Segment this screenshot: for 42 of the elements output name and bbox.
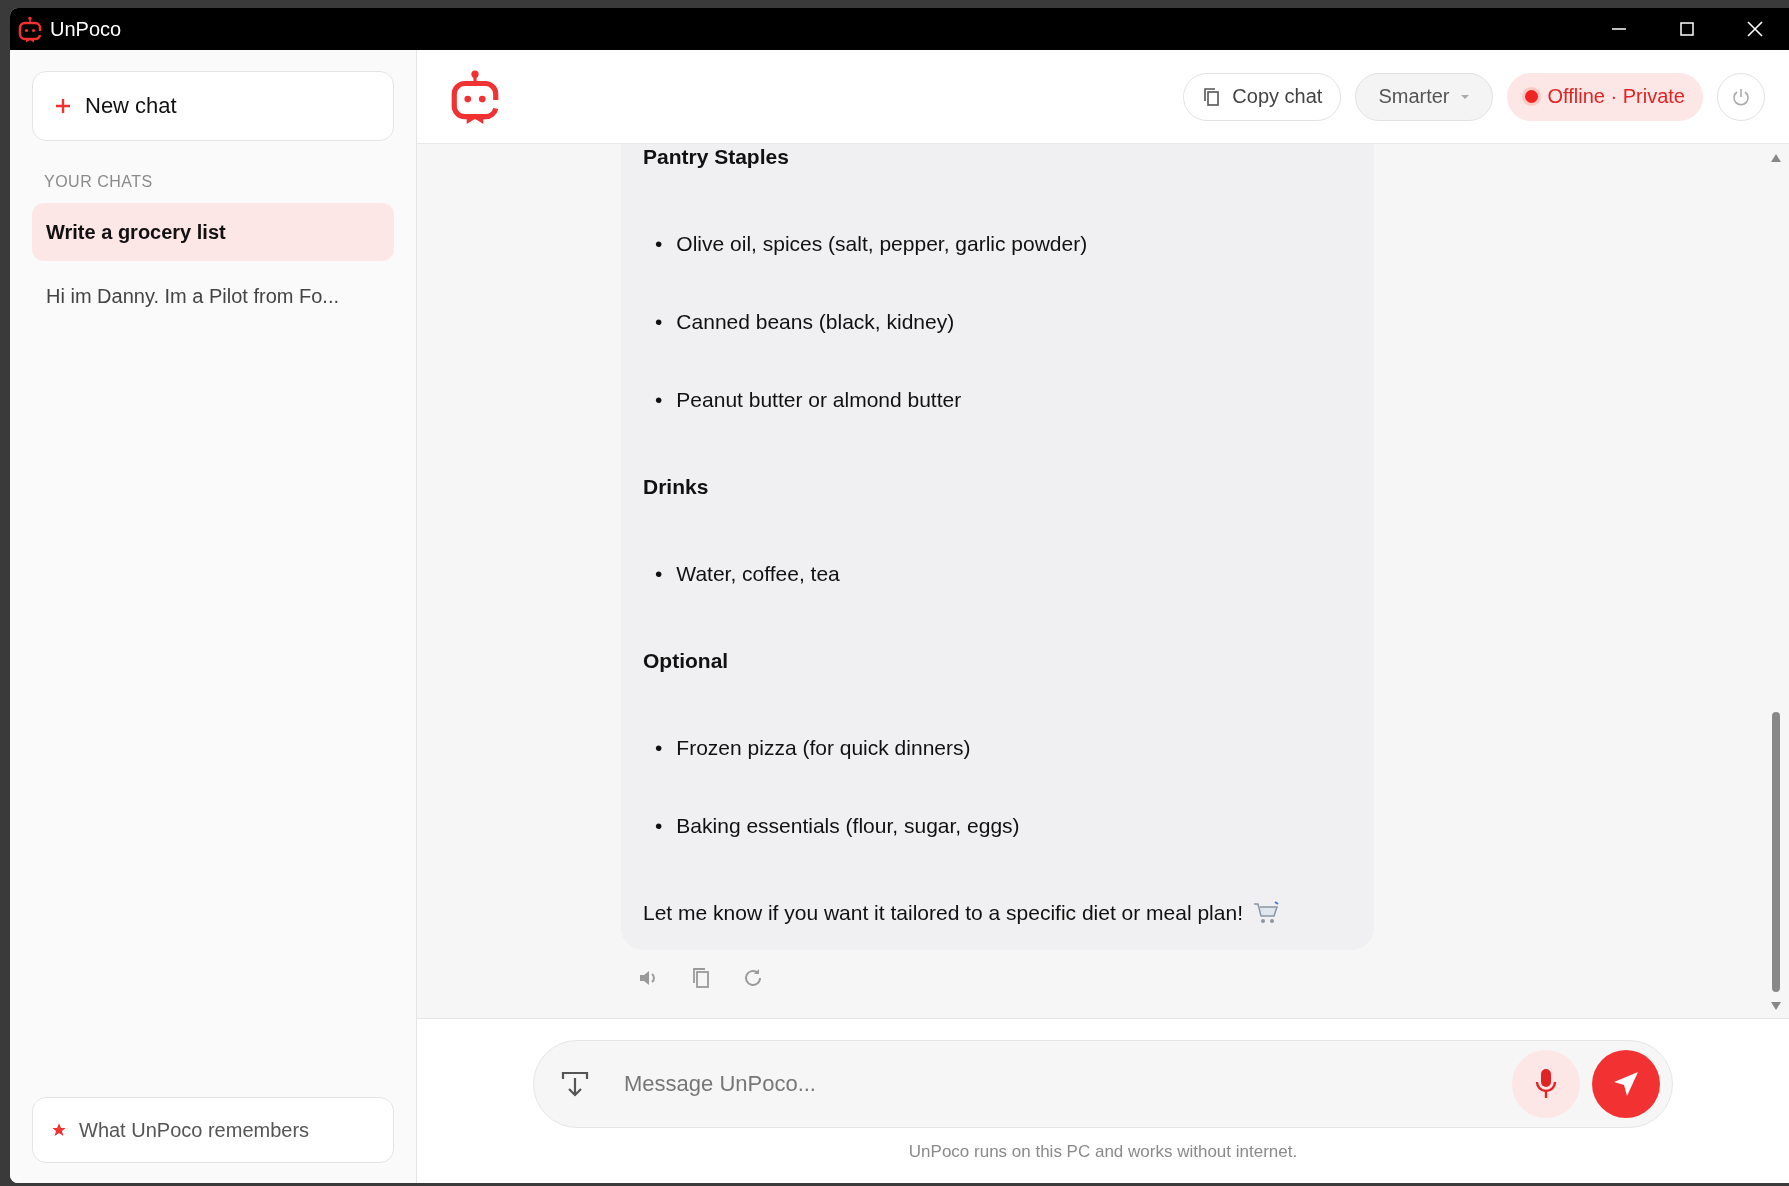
power-icon [1731,86,1751,107]
list-item: Canned beans (black, kidney) [676,309,955,335]
cart-icon [1252,901,1279,925]
plus-icon [55,98,71,114]
scrollbar[interactable] [1769,152,1783,1012]
microphone-icon [1535,1068,1557,1100]
list-item: Olive oil, spices (salt, pepper, garlic powder) [676,231,1088,257]
model-dropdown[interactable]: Smarter [1355,72,1493,121]
list-item: Baking essentials (flour, sugar, eggs) [676,813,1020,839]
maximize-icon[interactable] [1679,21,1695,37]
section-heading: Drinks [643,474,710,500]
section-label: YOUR CHATS [44,173,154,191]
status-pill: Offline · Private [1506,72,1703,121]
memory-button[interactable]: What UnPoco remembers [32,1097,394,1163]
new-chat-button[interactable]: New chat [32,71,394,141]
download-icon[interactable] [560,1069,590,1099]
bullet-mark: • [655,735,663,761]
chat-item[interactable]: Hi im Danny. Im a Pilot from Fo... [32,267,394,325]
bullet-mark: • [655,231,663,257]
star-icon [51,1122,67,1138]
list-item: Peanut butter or almond butter [676,387,962,413]
message-input[interactable]: Message UnPoco... [622,1070,1500,1098]
window-title: UnPoco [50,17,123,41]
section-heading: Pantry Staples [643,144,790,170]
send-button[interactable] [1592,1050,1660,1118]
caret-icon [1459,93,1470,100]
copy-chat-button[interactable]: Copy chat [1183,72,1342,121]
footer-note: UnPoco runs on this PC and works without internet. [908,1142,1298,1162]
robot-logo [450,68,500,125]
send-icon [1612,1070,1640,1098]
list-item: Frozen pizza (for quick dinners) [676,735,971,761]
bullet-mark: • [655,309,663,335]
bullet-mark: • [655,387,663,413]
close-icon[interactable] [1747,21,1763,37]
message-text: Let me know if you want it tailored to a specific diet or meal plan! [643,900,1243,926]
bullet-mark: • [655,813,663,839]
section-heading: Optional [643,648,730,674]
chat-item[interactable]: Write a grocery list [32,203,394,261]
status-dot [1524,90,1538,103]
list-item: Water, coffee, tea [676,561,840,587]
bullet-mark: • [655,561,663,587]
app-logo [18,15,42,43]
